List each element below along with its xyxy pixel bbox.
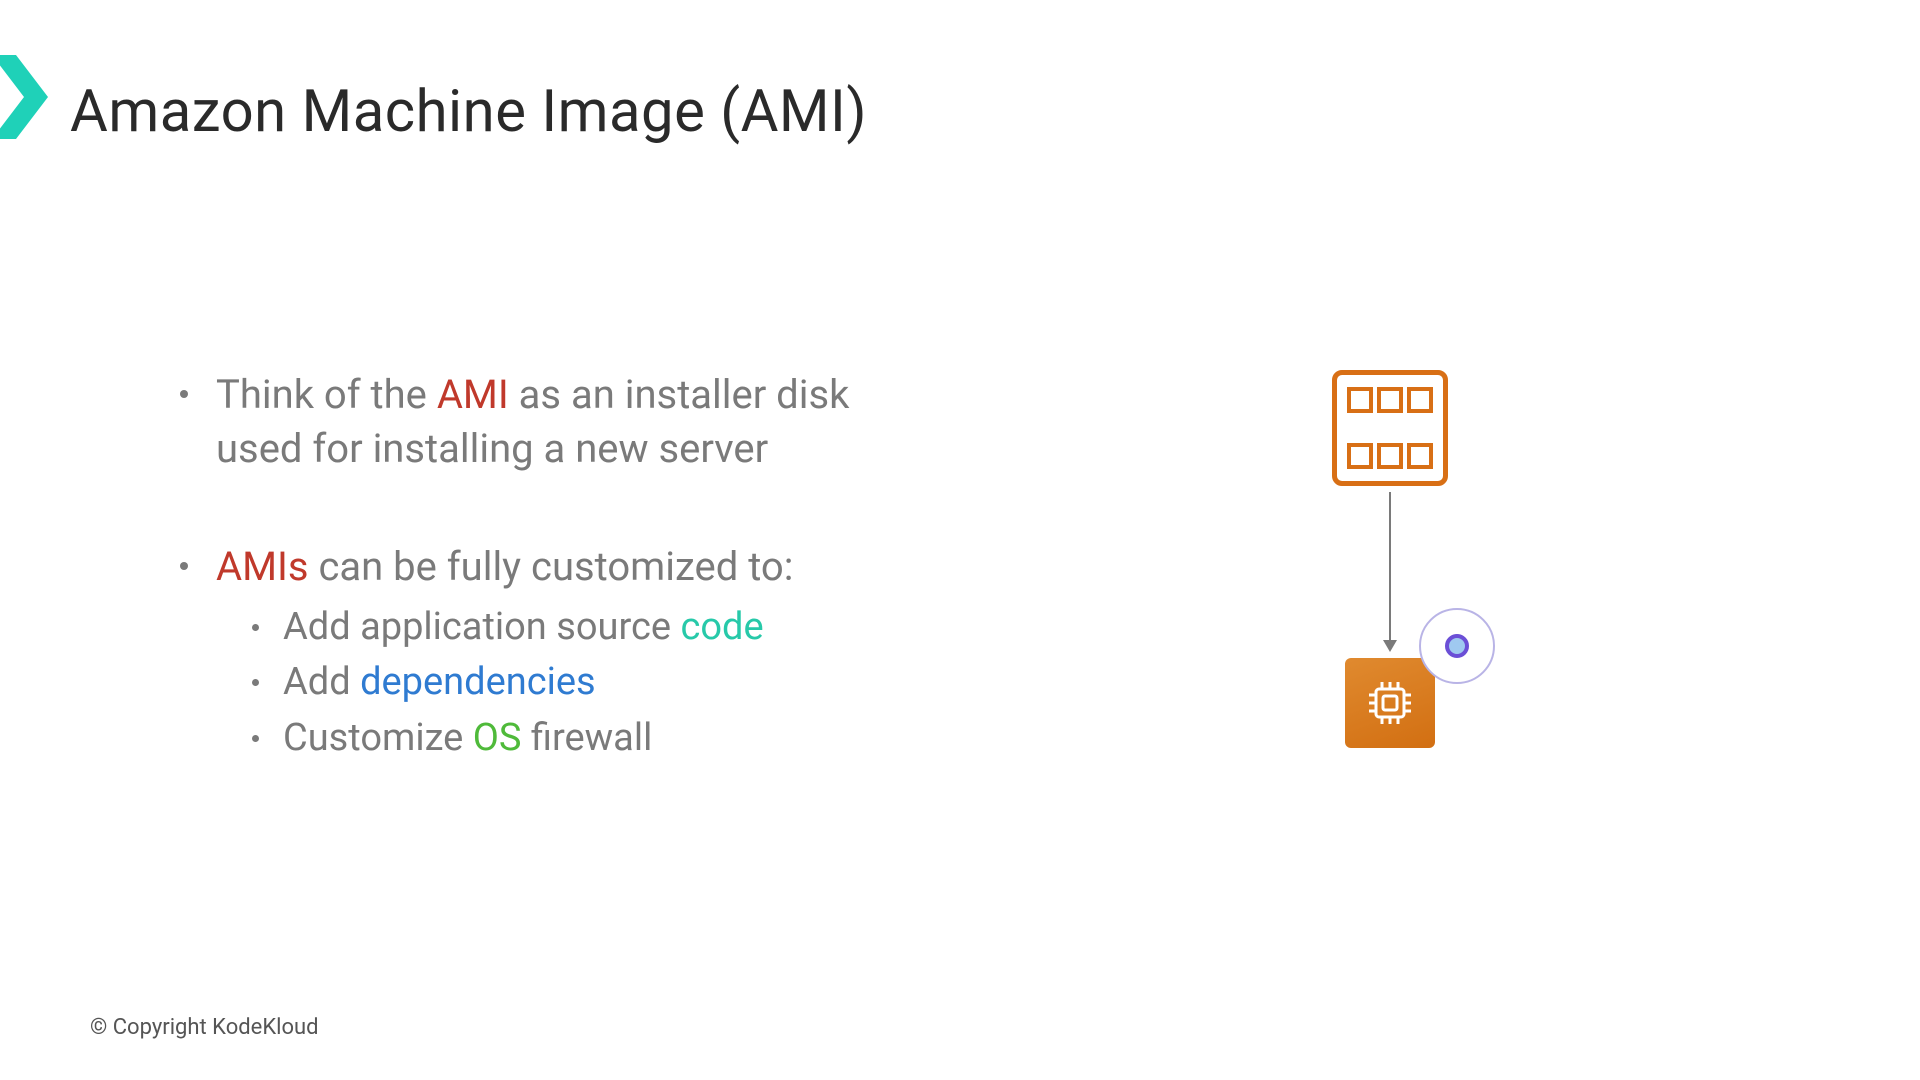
chip-icon: [1363, 676, 1417, 730]
bullet-item-1: Think of the AMI as an installer disk us…: [180, 368, 900, 476]
sub-bullet-item-3: Customize OS firewall: [252, 713, 900, 764]
highlight-os: OS: [473, 716, 522, 760]
ec2-instance-icon: [1345, 658, 1435, 748]
highlight-code: code: [680, 605, 763, 649]
highlight-dependencies: dependencies: [360, 660, 596, 704]
text-fragment: firewall: [521, 716, 652, 760]
highlight-ami: AMI: [437, 371, 509, 418]
bullet-dot-icon: [252, 624, 259, 631]
text-fragment: Think of the: [216, 371, 437, 418]
text-fragment: Customize: [283, 716, 473, 760]
bullet-text: Customize OS firewall: [283, 713, 900, 764]
bullet-dot-icon: [180, 390, 188, 398]
bullet-dot-icon: [180, 562, 188, 570]
bullet-dot-icon: [252, 735, 259, 742]
text-fragment: can be fully customized to:: [309, 543, 794, 590]
arrow-down-icon: [1389, 492, 1391, 650]
bullet-text: Add application source code: [283, 602, 900, 653]
sub-bullet-item-1: Add application source code: [252, 602, 900, 653]
text-fragment: Add: [283, 660, 360, 704]
highlight-amis: AMIs: [216, 543, 309, 590]
bullet-text: Think of the AMI as an installer disk us…: [216, 368, 900, 476]
text-fragment: Add application source: [283, 605, 680, 649]
content-area: Think of the AMI as an installer disk us…: [180, 368, 900, 768]
corner-chevron-icon: [0, 55, 48, 143]
page-title: Amazon Machine Image (AMI): [70, 78, 867, 146]
bullet-text: AMIs can be fully customized to:: [216, 540, 900, 594]
ami-diagram: [1290, 370, 1490, 748]
copyright-text: © Copyright KodeKloud: [90, 1015, 319, 1040]
sub-bullet-item-2: Add dependencies: [252, 657, 900, 708]
bullet-dot-icon: [252, 679, 259, 686]
bullet-item-2: AMIs can be fully customized to:: [180, 540, 900, 594]
ami-icon: [1332, 370, 1448, 486]
sub-bullet-list: Add application source code Add dependen…: [252, 602, 900, 764]
installer-disc-icon: [1419, 608, 1495, 684]
bullet-text: Add dependencies: [283, 657, 900, 708]
